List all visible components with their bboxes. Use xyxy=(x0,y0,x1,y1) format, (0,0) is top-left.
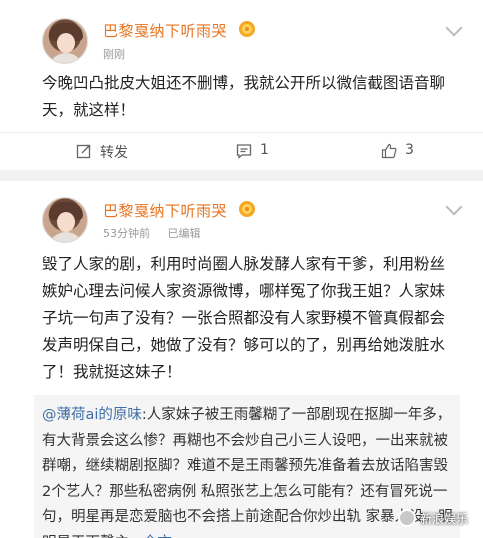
mention-link[interactable]: @薄荷ai的原味 xyxy=(42,407,142,423)
action-bar: 转发 1 3 xyxy=(0,132,483,170)
post-text: 今晚凹凸批皮大姐还不删博，我就公开所以微信截图语音聊天，就这样！ xyxy=(42,74,446,119)
edited-label: 已编辑 xyxy=(167,227,201,240)
vip-badge-icon xyxy=(239,201,255,217)
watermark: 新浪娱乐 xyxy=(398,505,468,531)
post-text: 毁了人家的剧，利用时尚圈人脉发酵人家有干爹，利用粉丝嫉妒心理去问候人家资源微博，… xyxy=(42,255,446,381)
repost-body: :人家妹子被王雨馨糊了一部剧现在抠脚一年多，有大背景会这么惨？再糊也不会炒自己小… xyxy=(42,407,453,538)
username[interactable]: 巴黎戛纳下听雨哭 xyxy=(103,200,227,221)
repost-icon xyxy=(76,144,91,159)
weibo-post-1: 巴黎戛纳下听雨哭 刚刚 今晚凹凸批皮大姐还不删博，我就公开所以微信截图语音聊天，… xyxy=(0,0,483,170)
comment-count: 1 xyxy=(260,142,269,158)
weibo-post-2: 巴黎戛纳下听雨哭 53分钟前 已编辑 毁了人家的剧，利用时尚圈人脉发酵人家有干爹… xyxy=(0,181,483,538)
timestamp: 刚刚 xyxy=(103,48,125,61)
watermark-text: 新浪娱乐 xyxy=(420,511,469,526)
like-count: 3 xyxy=(405,142,414,158)
user-avatar[interactable] xyxy=(42,197,88,243)
chevron-down-icon[interactable] xyxy=(445,19,463,37)
post-meta: 刚刚 xyxy=(103,46,139,62)
reposted-content[interactable]: @薄荷ai的原味:人家妹子被王雨馨糊了一部剧现在抠脚一年多，有大背景会这么惨？再… xyxy=(34,395,460,538)
username[interactable]: 巴黎戛纳下听雨哭 xyxy=(103,20,227,41)
user-avatar[interactable] xyxy=(42,18,88,64)
weibo-logo-icon xyxy=(398,509,416,527)
post-meta: 53分钟前 已编辑 xyxy=(103,225,215,241)
comment-icon xyxy=(236,144,252,159)
timestamp: 53分钟前 xyxy=(103,227,150,240)
thumbs-up-icon xyxy=(381,143,397,159)
chevron-down-icon[interactable] xyxy=(445,198,463,216)
repost-text: @薄荷ai的原味:人家妹子被王雨馨糊了一部剧现在抠脚一年多，有大背景会这么惨？再… xyxy=(42,403,454,538)
repost-label: 转发 xyxy=(100,145,128,161)
full-text-link[interactable]: 全文 xyxy=(143,535,172,538)
vip-badge-icon xyxy=(239,21,255,37)
